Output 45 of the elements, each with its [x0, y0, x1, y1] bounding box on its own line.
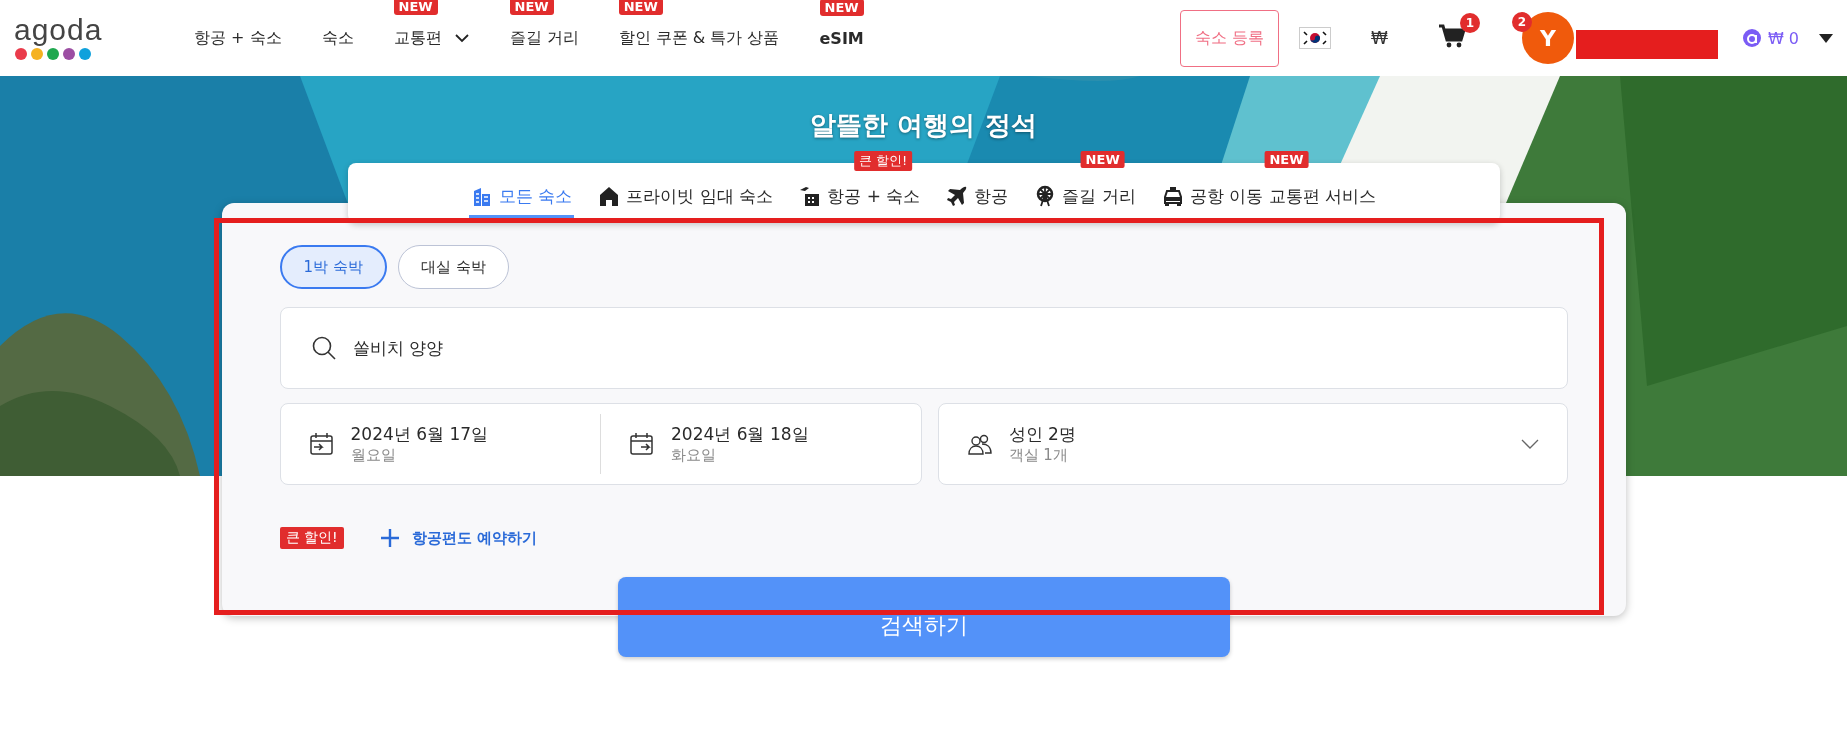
nav-link[interactable]: 할인 쿠폰 & 특가 상품 — [618, 27, 780, 49]
calendar-icon — [308, 431, 335, 457]
stay-type-chip[interactable]: 1박 숙박 — [279, 245, 387, 289]
deal-badge: 큰 할인! — [279, 527, 344, 549]
house-icon — [598, 185, 621, 207]
chevron-down-icon — [1520, 439, 1539, 449]
plane-icon — [946, 185, 969, 207]
building-plane-icon — [799, 185, 822, 207]
flag-icon[interactable] — [1299, 27, 1332, 49]
check-in-date[interactable]: 2024년 6월 17일 월요일 — [280, 404, 600, 484]
deal-badge: 큰 할인! — [853, 151, 913, 171]
tab[interactable]: 프라이빗 임대 숙소 — [596, 177, 776, 219]
stay-type-chip[interactable]: 대실 숙박 — [397, 245, 509, 289]
nav-link[interactable]: 숙소 — [321, 27, 354, 49]
coin-icon — [1741, 28, 1762, 48]
new-badge: NEW — [393, 0, 438, 15]
hero-title: 알뜰한 여행의 정석 — [810, 109, 1037, 142]
destination-field[interactable]: 쏠비치 양양 — [279, 307, 1568, 389]
tab[interactable]: 모든 숙소 — [469, 177, 575, 219]
logo-text[interactable]: agoda — [14, 15, 103, 45]
cart-count-badge: 1 — [1459, 13, 1480, 33]
new-badge: NEW — [1080, 151, 1125, 168]
caret-icon[interactable] — [1819, 33, 1833, 43]
tab[interactable]: 항공 — [944, 177, 1011, 219]
plus-icon — [379, 528, 400, 548]
cart-icon[interactable] — [1437, 23, 1466, 49]
add-flight-link[interactable]: 항공편도 예약하기 — [379, 528, 537, 548]
logo-dots-icon — [14, 47, 92, 61]
chevron-down-icon — [453, 33, 470, 43]
nav-link[interactable]: 즐길 거리 — [509, 27, 579, 49]
guests-field[interactable]: 성인 2명 객실 1개 — [937, 403, 1568, 485]
currency-selector[interactable]: ₩ — [1371, 28, 1388, 48]
nav-link[interactable]: 교통편 — [393, 27, 470, 49]
nav-link[interactable]: 항공 + 숙소 — [194, 27, 282, 49]
check-out-date[interactable]: 2024년 6월 18일 화요일 — [601, 404, 921, 484]
notification-badge: 2 — [1511, 12, 1532, 32]
new-badge: NEW — [509, 0, 554, 15]
car-icon — [1161, 185, 1184, 207]
calendar-icon — [629, 431, 655, 457]
new-badge: NEW — [1264, 151, 1309, 168]
nav-link[interactable]: eSIM — [819, 28, 864, 48]
new-badge: NEW — [618, 0, 663, 15]
new-badge: NEW — [819, 0, 864, 16]
points-balance[interactable]: ₩ 0 — [1767, 28, 1799, 48]
search-icon — [310, 335, 337, 361]
